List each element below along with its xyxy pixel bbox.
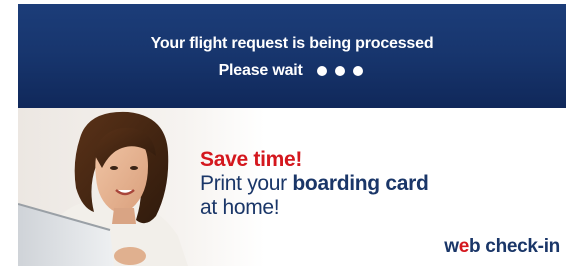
promo-banner: Save time! Print your boarding card at h… [18,108,566,266]
wait-line: Please wait [18,62,566,80]
loading-dots-icon [315,62,366,80]
woman-with-laptop-image [18,111,188,266]
logo-prefix: w [444,236,459,257]
loading-dot [353,65,364,76]
processing-message: Your flight request is being processed [150,35,434,52]
processing-header: Your flight request is being processed P… [18,4,566,108]
promo-copy: Save time! Print your boarding card at h… [200,148,530,220]
loading-dot [316,65,327,76]
web-checkin-logo: web check-in [444,236,560,258]
loading-dot [335,65,346,76]
promo-line: Print your boarding card [200,172,530,196]
promo-line3: at home! [200,196,280,219]
logo-suffix: b check-in [469,236,560,257]
checkin-wait-banner: Your flight request is being processed P… [18,4,566,266]
promo-line2-prefix: Print your [200,172,293,195]
please-wait-text: Please wait [218,62,303,80]
promo-headline: Save time! [200,148,303,171]
promo-line2-emphasis: boarding card [292,172,429,195]
logo-accent-letter: e [458,236,470,257]
